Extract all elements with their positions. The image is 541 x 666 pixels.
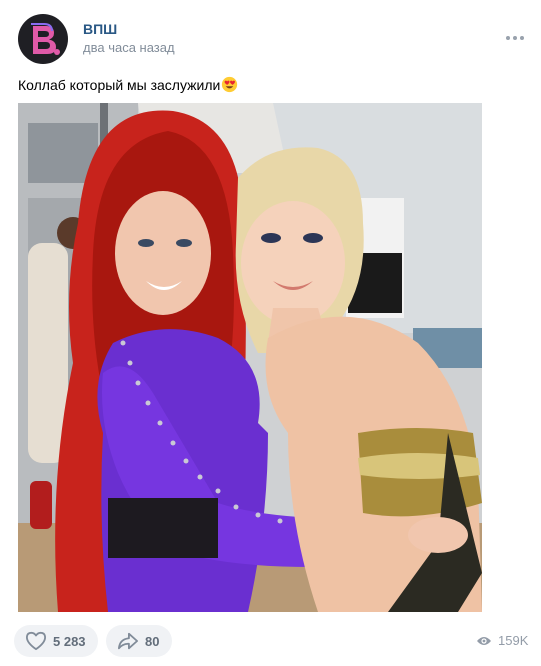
share-arrow-icon: [118, 632, 138, 650]
author-avatar[interactable]: [18, 14, 68, 64]
post-text: Коллаб который мы заслужили: [18, 76, 238, 93]
views-counter: 159K: [476, 633, 528, 648]
eye-icon: [477, 636, 491, 645]
post-card: ВПШ два часа назад Коллаб который мы зас…: [0, 0, 541, 666]
like-count: 5 283: [53, 633, 86, 649]
share-button[interactable]: 80: [106, 625, 172, 657]
photo-image: [18, 103, 482, 612]
views-count: 159K: [498, 633, 529, 648]
share-count: 80: [145, 633, 160, 649]
more-horizontal-icon: [506, 36, 524, 40]
post-text-content: Коллаб который мы заслужили: [18, 76, 221, 93]
vpsh-logo-icon: [31, 23, 60, 55]
like-button[interactable]: 5 283: [14, 625, 98, 657]
author-name[interactable]: ВПШ: [83, 21, 117, 37]
post-photo[interactable]: [18, 103, 482, 612]
heart-eyes-emoji: [222, 76, 238, 93]
heart-icon: [25, 631, 46, 651]
post-timestamp[interactable]: два часа назад: [83, 40, 175, 55]
more-options-button[interactable]: [498, 28, 532, 48]
